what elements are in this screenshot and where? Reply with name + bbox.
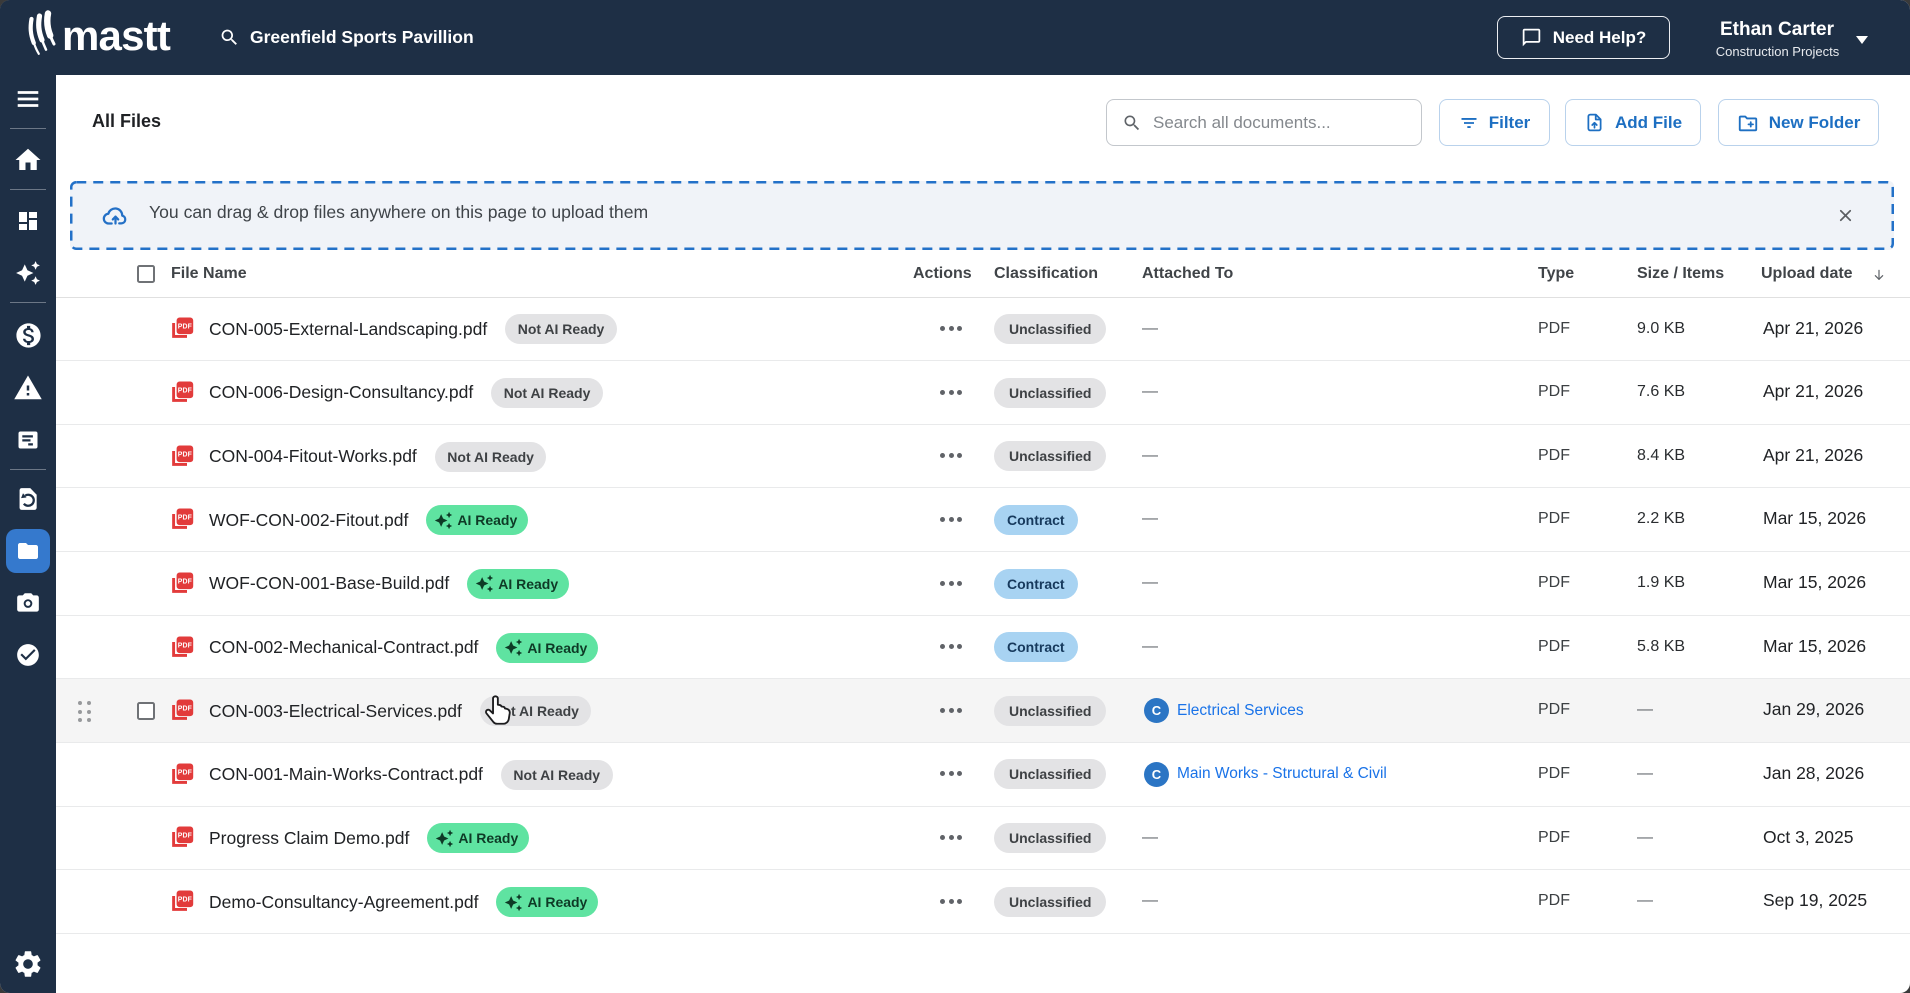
- svg-text:PDF: PDF: [178, 451, 192, 458]
- svg-text:PDF: PDF: [178, 769, 192, 776]
- svg-text:PDF: PDF: [178, 324, 192, 331]
- svg-text:PDF: PDF: [178, 706, 192, 713]
- svg-text:PDF: PDF: [178, 833, 192, 840]
- svg-text:PDF: PDF: [178, 896, 192, 903]
- svg-text:PDF: PDF: [178, 642, 192, 649]
- svg-text:PDF: PDF: [178, 578, 192, 585]
- svg-text:PDF: PDF: [178, 515, 192, 522]
- svg-text:PDF: PDF: [178, 387, 192, 394]
